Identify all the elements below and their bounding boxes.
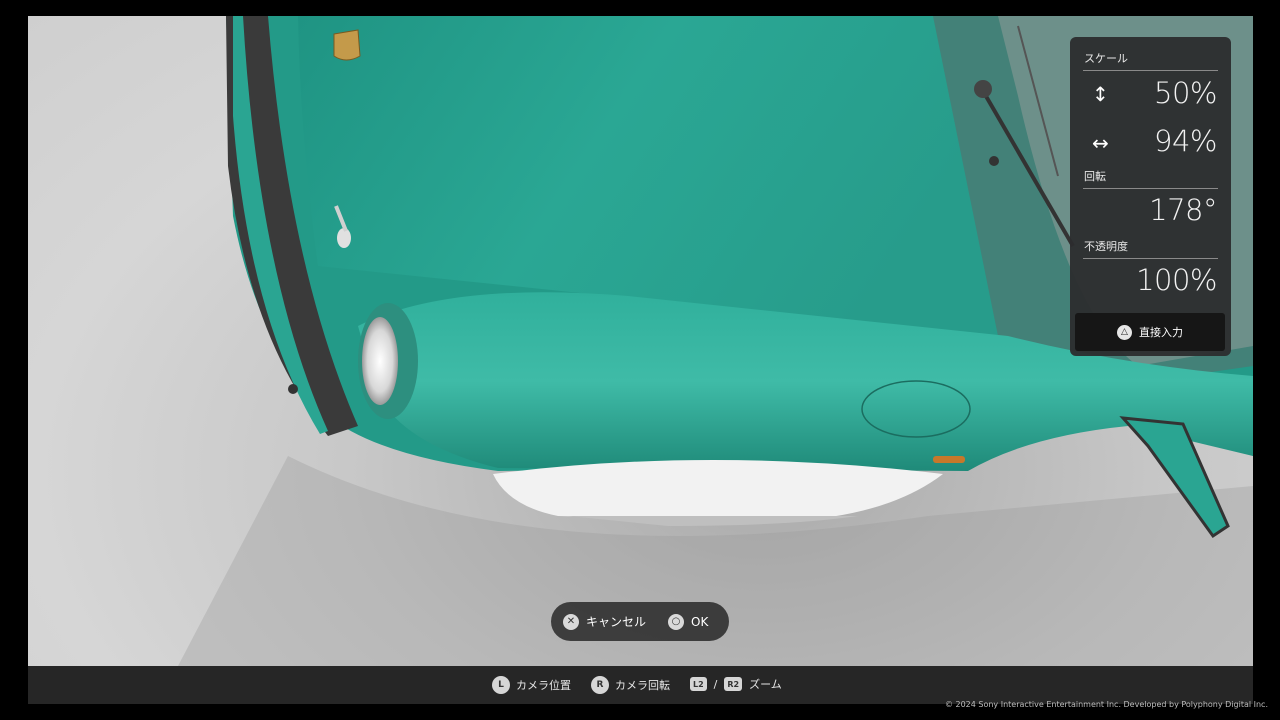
opacity-label: 不透明度 xyxy=(1084,240,1128,253)
cancel-label: キャンセル xyxy=(586,615,647,629)
rotation-value[interactable]: 178° xyxy=(1149,195,1217,225)
left-stick-icon: L xyxy=(492,676,510,694)
confirm-cancel-bar: ✕ キャンセル ○ OK xyxy=(551,602,729,641)
control-hints-bar: L カメラ位置 R カメラ回転 L2 / R2 ズーム xyxy=(28,666,1253,704)
vertical-arrows-icon: ↕ xyxy=(1092,82,1109,106)
opacity-divider xyxy=(1083,258,1218,259)
cross-button-icon: ✕ xyxy=(563,613,579,630)
direct-input-label: 直接入力 xyxy=(1139,326,1183,339)
hint-zoom: L2 / R2 ズーム xyxy=(690,676,782,692)
scale-vertical-value[interactable]: 50% xyxy=(1154,78,1217,108)
scale-horizontal-value[interactable]: 94% xyxy=(1154,126,1217,156)
ok-label: OK xyxy=(691,614,709,629)
rotation-label: 回転 xyxy=(1084,170,1106,183)
transform-panel: スケール ↕ 50% ↔ 94% 回転 178° 不透明度 100% △ 直接入… xyxy=(1070,37,1231,356)
opacity-value[interactable]: 100% xyxy=(1136,265,1217,295)
circle-button-icon: ○ xyxy=(668,613,685,630)
hint-camera-position: L カメラ位置 xyxy=(492,676,571,694)
scale-divider xyxy=(1083,70,1218,71)
right-stick-icon: R xyxy=(591,676,609,694)
camera-rotate-label: カメラ回転 xyxy=(615,679,670,692)
copyright-notice: © 2024 Sony Interactive Entertainment In… xyxy=(944,700,1268,709)
cancel-button[interactable]: ✕ キャンセル xyxy=(563,613,646,630)
horizontal-arrows-icon: ↔ xyxy=(1092,131,1109,155)
zoom-separator: / xyxy=(713,677,718,691)
ok-button[interactable]: ○ OK xyxy=(668,613,709,630)
l2-button-icon: L2 xyxy=(690,677,707,691)
direct-input-button[interactable]: △ 直接入力 xyxy=(1075,313,1225,351)
zoom-label: ズーム xyxy=(749,678,782,691)
hint-camera-rotate: R カメラ回転 xyxy=(591,676,670,694)
scale-label: スケール xyxy=(1084,52,1128,65)
camera-position-label: カメラ位置 xyxy=(516,679,571,692)
triangle-button-icon: △ xyxy=(1117,324,1132,340)
r2-button-icon: R2 xyxy=(724,677,743,691)
rotation-divider xyxy=(1083,188,1218,189)
